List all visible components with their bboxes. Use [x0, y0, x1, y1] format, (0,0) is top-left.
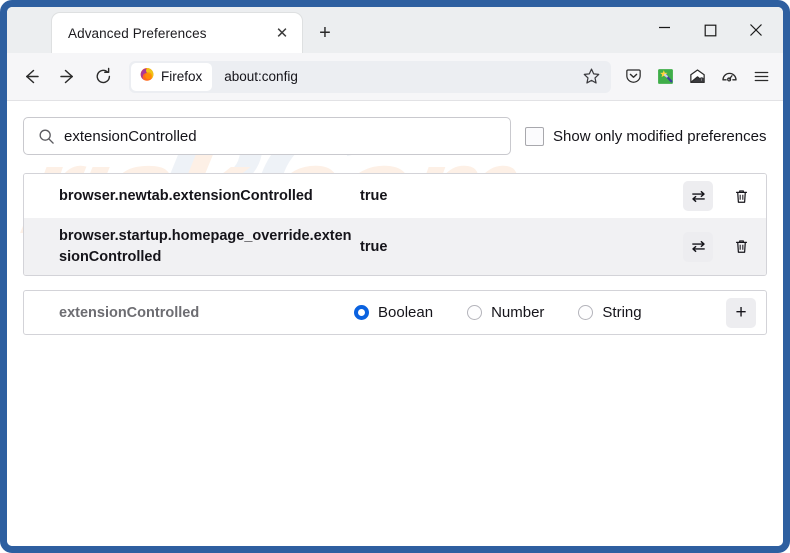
- preferences-table: browser.newtab.extensionControlled true: [23, 173, 767, 277]
- svg-text:!: !: [701, 77, 702, 82]
- reload-icon[interactable]: [85, 61, 121, 93]
- tab-strip: Advanced Preferences ✕ +: [7, 7, 783, 53]
- radio-number-dot[interactable]: [467, 305, 483, 321]
- identity-label: Firefox: [161, 69, 203, 84]
- url-text[interactable]: about:config: [212, 69, 577, 84]
- pocket-icon[interactable]: [617, 61, 649, 93]
- radio-number[interactable]: Number: [467, 304, 544, 321]
- search-box[interactable]: [23, 117, 511, 155]
- browser-window-inner: Advanced Preferences ✕ + Firefox about:c…: [7, 7, 783, 546]
- star-icon[interactable]: [577, 63, 605, 91]
- new-pref-type-radio-group: Boolean Number String: [354, 304, 726, 321]
- minimize-button[interactable]: [641, 7, 687, 56]
- search-row: Show only modified preferences: [23, 117, 767, 155]
- toggle-swap-icon[interactable]: [683, 231, 713, 262]
- forward-arrow-icon[interactable]: [49, 61, 85, 93]
- firefox-logo-icon: [139, 66, 155, 87]
- new-tab-button[interactable]: +: [312, 20, 338, 46]
- page-content: PC risk.com Show only modified prefer: [7, 101, 783, 546]
- tab-advanced-preferences[interactable]: Advanced Preferences ✕: [52, 13, 302, 53]
- show-only-modified-preferences[interactable]: Show only modified preferences: [525, 126, 767, 146]
- radio-boolean-label: Boolean: [378, 304, 434, 322]
- pref-name: browser.startup.homepage_override.extens…: [59, 228, 352, 265]
- search-input[interactable]: [58, 126, 500, 146]
- hamburger-menu-icon[interactable]: [745, 61, 777, 93]
- navigation-toolbar: Firefox about:config !: [7, 53, 783, 101]
- table-row[interactable]: browser.newtab.extensionControlled true: [24, 174, 766, 218]
- show-modified-checkbox[interactable]: [525, 126, 544, 146]
- mail-icon[interactable]: !: [681, 61, 713, 93]
- trash-icon[interactable]: [726, 181, 756, 211]
- toggle-swap-icon[interactable]: [683, 181, 713, 211]
- pref-value: true: [360, 238, 388, 255]
- tracker-icon[interactable]: [713, 61, 745, 93]
- new-pref-name: extensionControlled: [59, 304, 200, 321]
- trash-icon[interactable]: [726, 232, 756, 262]
- maximize-button[interactable]: [687, 7, 733, 53]
- back-arrow-icon[interactable]: [13, 61, 49, 93]
- window-controls: [641, 7, 779, 53]
- radio-boolean-dot[interactable]: [354, 305, 369, 321]
- tab-title: Advanced Preferences: [68, 25, 207, 41]
- puzzle-extension-icon[interactable]: [649, 61, 681, 93]
- radio-string[interactable]: String: [578, 304, 642, 322]
- table-row[interactable]: browser.startup.homepage_override.extens…: [24, 218, 766, 276]
- add-preference-button[interactable]: +: [726, 297, 756, 328]
- about-config-body: Show only modified preferences browser.n…: [7, 101, 783, 336]
- pref-value: true: [360, 188, 388, 204]
- browser-window: Advanced Preferences ✕ + Firefox about:c…: [0, 0, 790, 553]
- search-icon: [34, 124, 58, 148]
- radio-number-label: Number: [491, 304, 545, 322]
- address-bar[interactable]: Firefox about:config: [129, 60, 611, 93]
- identity-chip-firefox[interactable]: Firefox: [131, 62, 213, 91]
- radio-string-dot[interactable]: [578, 305, 594, 321]
- pref-name: browser.newtab.extensionControlled: [59, 187, 313, 204]
- radio-string-label: String: [602, 304, 642, 322]
- close-window-button[interactable]: [733, 7, 779, 53]
- radio-boolean[interactable]: Boolean: [354, 304, 433, 321]
- add-new-preference-row: extensionControlled Boolean Number Strin…: [23, 290, 767, 336]
- show-modified-label: Show only modified preferences: [553, 127, 767, 145]
- tab-close-icon[interactable]: ✕: [270, 21, 294, 45]
